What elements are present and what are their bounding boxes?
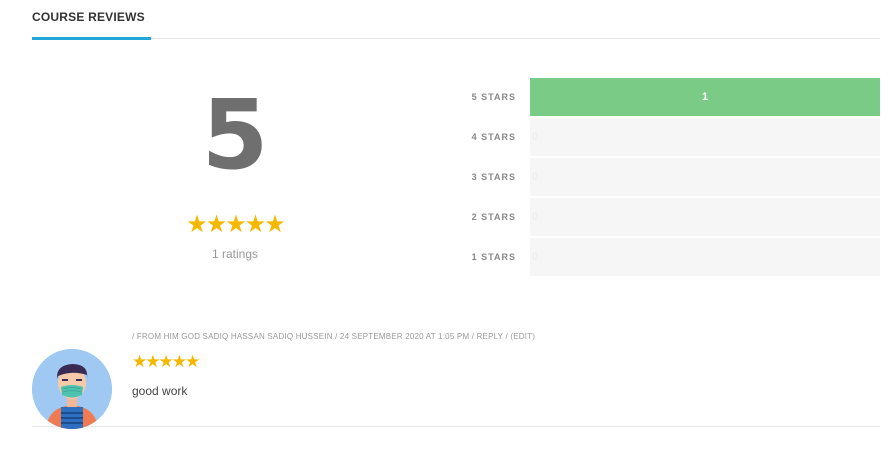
review-text: good work — [132, 384, 188, 398]
review-item: / FROM HIM GOD SADIQ HASSAN SADIQ HUSSEI… — [32, 328, 880, 429]
breakdown-track: 0 — [530, 118, 880, 156]
breakdown-label: 5 STARS — [471, 92, 516, 102]
breakdown-track: 0 — [530, 158, 880, 196]
breakdown-label: 4 STARS — [471, 132, 516, 142]
avatar-illustration — [32, 349, 112, 429]
breakdown-count: 0 — [532, 251, 539, 263]
breakdown-row-2: 2 STARS 0 — [460, 198, 880, 238]
reviews-header: COURSE REVIEWS — [32, 0, 880, 40]
user-avatar-icon — [32, 349, 112, 429]
rating-breakdown: 5 STARS 1 4 STARS 0 3 STARS 0 2 STARS 0 … — [460, 78, 880, 278]
breakdown-label: 1 STARS — [471, 252, 516, 262]
breakdown-count: 0 — [532, 171, 539, 183]
breakdown-label: 2 STARS — [471, 212, 516, 222]
breakdown-row-3: 3 STARS 0 — [460, 158, 880, 198]
review-stars-icon: ★★★★★ — [132, 352, 200, 371]
breakdown-row-4: 4 STARS 0 — [460, 118, 880, 158]
breakdown-count: 1 — [701, 91, 709, 103]
title-underline — [32, 37, 151, 40]
breakdown-row-5: 5 STARS 1 — [460, 78, 880, 118]
review-meta: / FROM HIM GOD SADIQ HASSAN SADIQ HUSSEI… — [132, 332, 536, 341]
breakdown-count: 0 — [532, 211, 539, 223]
average-stars-icon: ★★★★★ — [186, 211, 286, 238]
section-title: COURSE REVIEWS — [32, 10, 145, 24]
breakdown-count: 0 — [532, 131, 539, 143]
breakdown-track: 1 — [530, 78, 880, 116]
average-rating: 5 — [201, 79, 269, 191]
breakdown-track: 0 — [530, 198, 880, 236]
ratings-count: 1 ratings — [211, 247, 259, 261]
breakdown-row-1: 1 STARS 0 — [460, 238, 880, 278]
rating-summary: 5 ★★★★★ 1 ratings — [150, 85, 320, 261]
breakdown-track: 0 — [530, 238, 880, 276]
breakdown-label: 3 STARS — [471, 172, 516, 182]
